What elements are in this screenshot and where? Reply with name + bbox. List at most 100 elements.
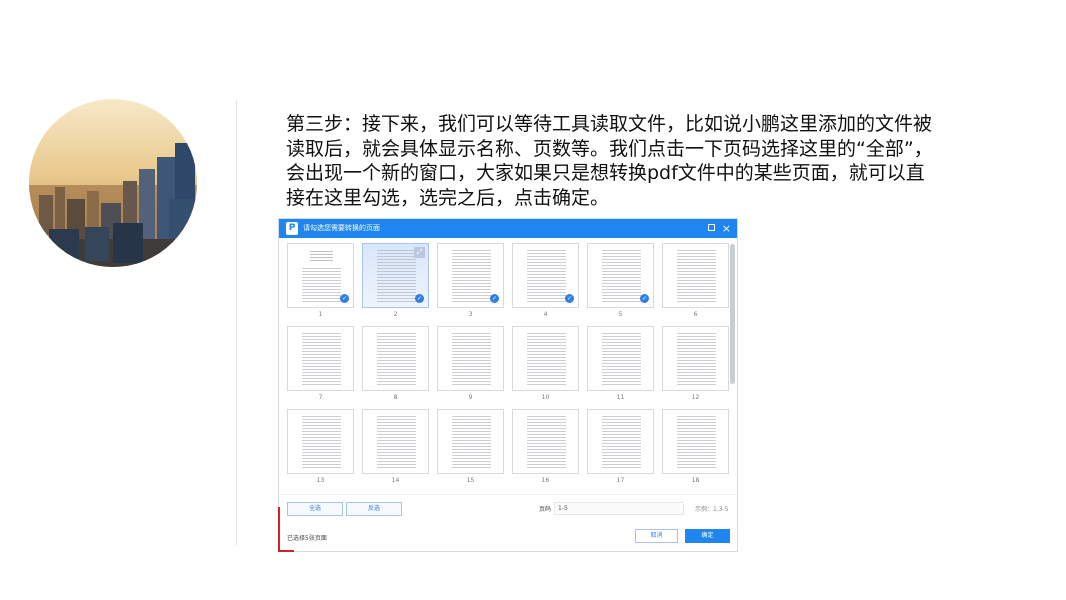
instruction-text: 第三步：接下来，我们可以等待工具读取文件，比如说小鹏这里添加的文件被 读取后，就… xyxy=(286,112,986,210)
dialog-title: 请勾选您需要转换的页面 xyxy=(303,224,380,232)
page-number: 11 xyxy=(616,394,625,401)
page-number: 9 xyxy=(468,394,473,401)
page-thumbnail-cell[interactable]: 18 xyxy=(662,409,729,492)
page-text-lines xyxy=(602,333,641,385)
check-circle-icon[interactable]: ✓ xyxy=(415,294,424,303)
page-number: 3 xyxy=(468,311,473,318)
invert-selection-button[interactable]: 反选 xyxy=(346,502,402,516)
page-text-lines xyxy=(302,333,341,385)
page-number: 10 xyxy=(541,394,550,401)
thumbnail-grid: ✓ 1 ⤢ ✓ 2 ✓ 3 ✓ 4 ✓ 5 6 7 8 9 10 11 12 13 14 15 16 17 18 xyxy=(287,243,729,492)
page-thumbnail[interactable] xyxy=(437,326,504,391)
check-circle-icon[interactable]: ✓ xyxy=(340,294,349,303)
page-text-lines xyxy=(677,333,716,385)
close-icon[interactable]: × xyxy=(722,219,731,238)
page-thumbnail-cell[interactable]: ✓ 5 xyxy=(587,243,654,326)
page-thumbnail[interactable]: ⤢ ✓ xyxy=(362,243,429,308)
page-text-lines xyxy=(452,416,491,468)
select-all-button[interactable]: 全选 xyxy=(287,502,343,516)
page-thumbnail[interactable] xyxy=(662,326,729,391)
instruction-line-4: 接在这里勾选，选完之后，点击确定。 xyxy=(286,186,610,209)
dialog-titlebar: P 请勾选您需要转换的页面 × xyxy=(279,219,737,238)
page-thumbnail[interactable] xyxy=(287,326,354,391)
page-thumbnail[interactable]: ✓ xyxy=(287,243,354,308)
page-thumbnail[interactable]: ✓ xyxy=(437,243,504,308)
page-thumbnail-cell[interactable]: ✓ 1 xyxy=(287,243,354,326)
page-number: 13 xyxy=(316,477,325,484)
red-annotation-mark xyxy=(278,507,294,552)
page-thumbnail[interactable] xyxy=(587,326,654,391)
page-thumbnail-cell[interactable]: 12 xyxy=(662,326,729,409)
page-thumbnail[interactable]: ✓ xyxy=(587,243,654,308)
check-circle-icon[interactable]: ✓ xyxy=(490,294,499,303)
page-thumbnail[interactable] xyxy=(587,409,654,474)
page-text-lines xyxy=(602,250,641,302)
pages-label: 页码 xyxy=(539,506,552,513)
page-thumbnail[interactable] xyxy=(362,409,429,474)
page-thumbnail[interactable] xyxy=(437,409,504,474)
page-text-lines xyxy=(602,416,641,468)
cancel-button[interactable]: 取消 xyxy=(635,529,678,543)
pages-input[interactable]: 1-5 xyxy=(554,502,684,515)
page-thumbnail-cell[interactable]: 10 xyxy=(512,326,579,409)
page-text-lines xyxy=(677,416,716,468)
divider-line xyxy=(236,100,237,545)
page-thumbnail-cell[interactable]: 13 xyxy=(287,409,354,492)
pages-example: 示例：1,3-5 xyxy=(695,506,729,513)
page-number: 14 xyxy=(391,477,400,484)
page-number: 4 xyxy=(543,311,548,318)
check-circle-icon[interactable]: ✓ xyxy=(640,294,649,303)
page-thumbnail[interactable]: ✓ xyxy=(512,243,579,308)
page-text-lines xyxy=(377,333,416,385)
page-text-lines xyxy=(527,333,566,385)
page-thumbnail[interactable] xyxy=(287,409,354,474)
page-number: 16 xyxy=(541,477,550,484)
page-thumbnail-cell[interactable]: ⤢ ✓ 2 xyxy=(362,243,429,326)
page-number: 17 xyxy=(616,477,625,484)
page-text-lines xyxy=(527,250,566,302)
page-select-dialog: P 请勾选您需要转换的页面 × ✓ 1 ⤢ ✓ 2 ✓ 3 ✓ 4 ✓ 5 6 7 8 9 10 11 12 13 1… xyxy=(278,218,738,552)
page-number: 1 xyxy=(318,311,323,318)
page-thumbnail-cell[interactable]: ✓ 3 xyxy=(437,243,504,326)
instruction-line-2: 读取后，就会具体显示名称、页数等。我们点击一下页码选择这里的“全部”， xyxy=(286,137,933,160)
check-circle-icon[interactable]: ✓ xyxy=(565,294,574,303)
page-text-lines xyxy=(302,416,341,468)
ok-button[interactable]: 确定 xyxy=(685,529,730,543)
page-thumbnail-cell[interactable]: 16 xyxy=(512,409,579,492)
dialog-scrollbar[interactable] xyxy=(730,244,735,384)
page-text-lines xyxy=(377,416,416,468)
page-text-lines xyxy=(677,250,716,302)
city-photo xyxy=(29,99,197,267)
page-number: 12 xyxy=(691,394,700,401)
page-thumbnail-cell[interactable]: ✓ 4 xyxy=(512,243,579,326)
page-thumbnail-cell[interactable]: 15 xyxy=(437,409,504,492)
page-thumbnail[interactable] xyxy=(512,326,579,391)
page-thumbnail[interactable] xyxy=(662,243,729,308)
page-text-lines xyxy=(377,250,416,302)
page-thumbnail-cell[interactable]: 7 xyxy=(287,326,354,409)
page-thumbnail[interactable] xyxy=(512,409,579,474)
page-number: 5 xyxy=(618,311,623,318)
page-thumbnail-cell[interactable]: 17 xyxy=(587,409,654,492)
page-number: 8 xyxy=(393,394,398,401)
maximize-icon[interactable] xyxy=(708,224,715,231)
page-number: 2 xyxy=(393,311,398,318)
page-thumbnail-cell[interactable]: 9 xyxy=(437,326,504,409)
page-thumbnail-cell[interactable]: 8 xyxy=(362,326,429,409)
page-thumbnail-cell[interactable]: 14 xyxy=(362,409,429,492)
page-thumbnail[interactable] xyxy=(362,326,429,391)
instruction-line-1: 第三步：接下来，我们可以等待工具读取文件，比如说小鹏这里添加的文件被 xyxy=(286,113,933,135)
footer-separator xyxy=(279,494,737,495)
page-thumbnail-cell[interactable]: 11 xyxy=(587,326,654,409)
page-thumbnail[interactable] xyxy=(662,409,729,474)
instruction-line-3: 会出现一个新的窗口，大家如果只是想转换pdf文件中的某些页面，就可以直 xyxy=(286,162,925,184)
page-heading-lines xyxy=(310,251,333,263)
page-thumbnail-cell[interactable]: 6 xyxy=(662,243,729,326)
expand-icon[interactable]: ⤢ xyxy=(414,247,425,258)
page-number: 6 xyxy=(693,311,698,318)
page-text-lines xyxy=(452,250,491,302)
page-number: 7 xyxy=(318,394,323,401)
page-number: 15 xyxy=(466,477,475,484)
pdf-app-logo-icon: P xyxy=(286,222,298,235)
page-text-lines xyxy=(302,268,341,302)
